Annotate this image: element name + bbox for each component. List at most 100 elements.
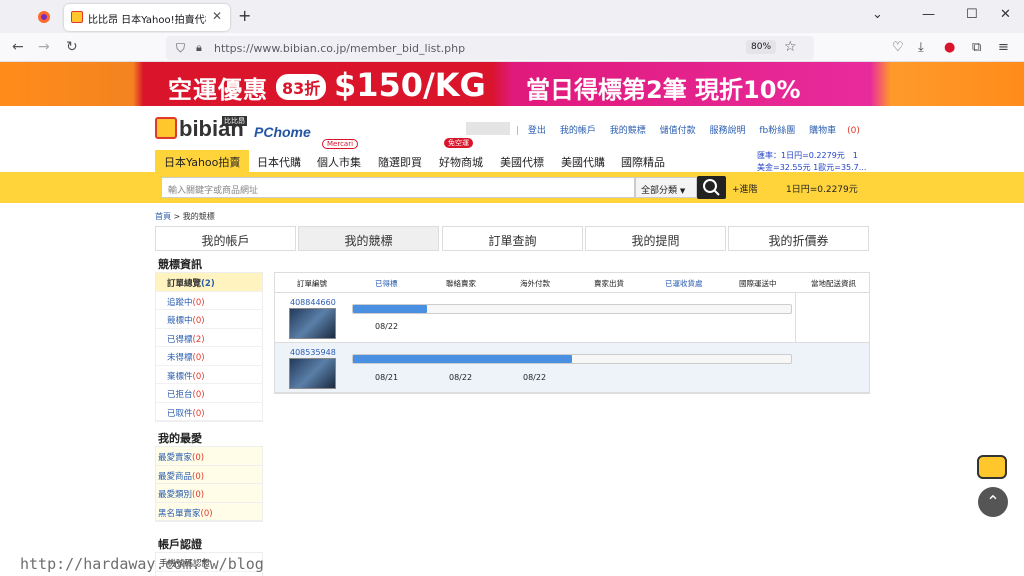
- date-won: 08/22: [375, 322, 399, 331]
- username-redacted: [466, 122, 510, 135]
- side-abandoned[interactable]: 棄標件(0): [156, 365, 262, 384]
- nav-personal-market[interactable]: 個人市集: [317, 150, 361, 172]
- back-to-top-icon[interactable]: ⌃: [978, 487, 1008, 517]
- nav-goods-mall[interactable]: 好物商城: [439, 150, 483, 172]
- breadcrumb-home[interactable]: 首頁: [155, 212, 171, 221]
- back-icon[interactable]: ←: [12, 39, 24, 55]
- side-label: 追蹤中: [167, 297, 193, 308]
- close-window-icon[interactable]: ✕: [1000, 7, 1011, 22]
- help-link[interactable]: 服務說明: [709, 126, 745, 136]
- shield-icon[interactable]: ⛉: [176, 41, 185, 56]
- logout-link[interactable]: 登出: [528, 126, 546, 136]
- side-tracking[interactable]: 追蹤中(0): [156, 291, 262, 310]
- side-lost[interactable]: 未得標(0): [156, 347, 262, 366]
- order-progress-bar: [352, 304, 792, 314]
- tab-my-account[interactable]: 我的帳戶: [155, 226, 296, 251]
- url-text: https://www.bibian.co.jp/member_bid_list…: [214, 42, 466, 55]
- tab-list-chevron-icon[interactable]: ⌄: [872, 7, 883, 22]
- order-number-link[interactable]: 408535948: [290, 348, 336, 357]
- side-label: 已拒台: [167, 390, 193, 400]
- forward-icon[interactable]: →: [38, 39, 50, 55]
- progress-fill: [353, 305, 428, 313]
- side-label: 最愛類別: [158, 490, 193, 500]
- fav-blacklist[interactable]: 黑名單賣家(0): [156, 502, 262, 521]
- nav-instant-buy[interactable]: 隨選即買: [378, 150, 422, 172]
- menu-icon[interactable]: ≡: [998, 40, 1009, 55]
- minimize-icon[interactable]: —: [922, 7, 935, 22]
- category-label: 全部分類: [641, 186, 678, 196]
- active-tab[interactable]: 比比昂 日本Yahoo!拍賣代標 | 日 ✕: [64, 4, 230, 31]
- side-count: (0): [192, 316, 205, 326]
- my-bids-link[interactable]: 我的競標: [610, 126, 646, 136]
- nav-luxury[interactable]: 國際精品: [621, 150, 665, 172]
- pocket-icon[interactable]: ♡: [892, 40, 904, 55]
- side-won[interactable]: 已得標(2): [156, 328, 262, 347]
- order-number-link[interactable]: 408844660: [290, 298, 336, 307]
- date-contact: 08/22: [449, 373, 473, 382]
- nav-yahoo-auction[interactable]: 日本Yahoo拍賣: [155, 150, 250, 172]
- maximize-icon[interactable]: ☐: [966, 7, 978, 22]
- bibian-logo-icon[interactable]: [155, 117, 177, 139]
- download-icon[interactable]: ⤓: [918, 40, 924, 55]
- logo-tag: 比比昂: [222, 116, 247, 126]
- firefox-tab[interactable]: [28, 4, 60, 30]
- extensions-icon[interactable]: ⧉: [972, 40, 981, 55]
- side-count: (0): [200, 508, 213, 519]
- browser-nav-bar: ← → ↻ ⛉ 🔒︎ https://www.bibian.co.jp/memb…: [0, 33, 1024, 62]
- side-bidding[interactable]: 競標中(0): [156, 310, 262, 329]
- side-picked-up[interactable]: 已取件(0): [156, 402, 262, 421]
- lock-icon[interactable]: 🔒︎: [196, 41, 202, 55]
- fav-items[interactable]: 最愛商品(0): [156, 465, 262, 484]
- item-thumbnail[interactable]: [289, 308, 336, 339]
- tab-order-query[interactable]: 訂單查詢: [442, 226, 583, 251]
- search-bar: 輸入關鍵字或商品網址 全部分類 ▼ +進階 1日円=0.2279元: [0, 172, 1024, 203]
- mercari-badge: Mercari: [322, 139, 359, 149]
- breadcrumb-current: > 我的競標: [173, 212, 215, 221]
- item-thumbnail[interactable]: [289, 358, 336, 389]
- cart-count: (0): [847, 126, 860, 136]
- chat-icon[interactable]: [977, 455, 1007, 479]
- search-button[interactable]: [697, 176, 726, 199]
- address-bar[interactable]: ⛉ 🔒︎ https://www.bibian.co.jp/member_bid…: [166, 36, 814, 60]
- nav-us-bid[interactable]: 美國代標: [500, 150, 544, 172]
- side-count: (0): [192, 471, 205, 482]
- browser-tab-bar: 比比昂 日本Yahoo!拍賣代標 | 日 ✕ + ⌄ — ☐ ✕: [0, 0, 1024, 33]
- th-seller-shipped: 賣家出貨: [594, 279, 624, 288]
- zoom-level[interactable]: 80%: [746, 40, 777, 54]
- topup-link[interactable]: 儲值付款: [660, 126, 696, 136]
- banner-left-text: 空運優惠: [168, 76, 268, 104]
- table-header: 訂單編號 已得標 聯絡賣家 海外付款 賣家出貨 已運收貨處 國際運送中 當地配送…: [275, 273, 869, 293]
- banner-price: $150/KG: [334, 66, 486, 104]
- bid-table: 訂單編號 已得標 聯絡賣家 海外付款 賣家出貨 已運收貨處 國際運送中 當地配送…: [274, 272, 870, 394]
- my-account-link[interactable]: 我的帳戶: [560, 126, 596, 136]
- fb-link[interactable]: fb粉絲團: [759, 126, 795, 136]
- fav-sellers[interactable]: 最愛賣家(0): [156, 447, 262, 466]
- tab-my-questions[interactable]: 我的提問: [585, 226, 726, 251]
- rate-line-1: 匯率：1日円=0.2279元 1: [757, 151, 858, 160]
- close-tab-icon[interactable]: ✕: [212, 9, 222, 23]
- table-row: 408844660 08/22: [275, 293, 869, 343]
- side-refused[interactable]: 已拒台(0): [156, 384, 262, 403]
- pchome-logo[interactable]: PChome: [254, 124, 311, 140]
- cart-link[interactable]: 購物車 (0): [809, 126, 871, 136]
- search-input[interactable]: 輸入關鍵字或商品網址: [161, 177, 635, 198]
- th-received[interactable]: 已運收貨處: [665, 278, 703, 289]
- side-count: (2): [192, 334, 205, 345]
- reload-icon[interactable]: ↻: [66, 39, 78, 55]
- th-won[interactable]: 已得標: [375, 278, 398, 289]
- side-order-overview[interactable]: 訂單總覽(2): [156, 273, 262, 292]
- bookmark-star-icon[interactable]: ☆: [784, 39, 797, 55]
- side-label: 競標中: [167, 316, 193, 326]
- fav-categories[interactable]: 最愛類別(0): [156, 484, 262, 503]
- category-select[interactable]: 全部分類 ▼: [635, 177, 697, 198]
- promo-banner[interactable]: 空運優惠 83折 $150/KG 當日得標第2筆 現折10%: [0, 62, 1024, 106]
- advanced-search-link[interactable]: +進階: [732, 182, 758, 195]
- tab-my-coupons[interactable]: 我的折價券: [728, 226, 869, 251]
- side-label: 黑名單賣家: [158, 508, 201, 519]
- dropdown-arrow-icon: ▼: [679, 187, 686, 195]
- nav-japan-shopping[interactable]: 日本代購: [257, 150, 301, 172]
- tab-my-bids[interactable]: 我的競標: [298, 226, 439, 251]
- new-tab-icon[interactable]: +: [238, 6, 251, 25]
- extension-red-icon[interactable]: ●: [944, 40, 955, 55]
- nav-us-shopping[interactable]: 美國代購: [561, 150, 605, 172]
